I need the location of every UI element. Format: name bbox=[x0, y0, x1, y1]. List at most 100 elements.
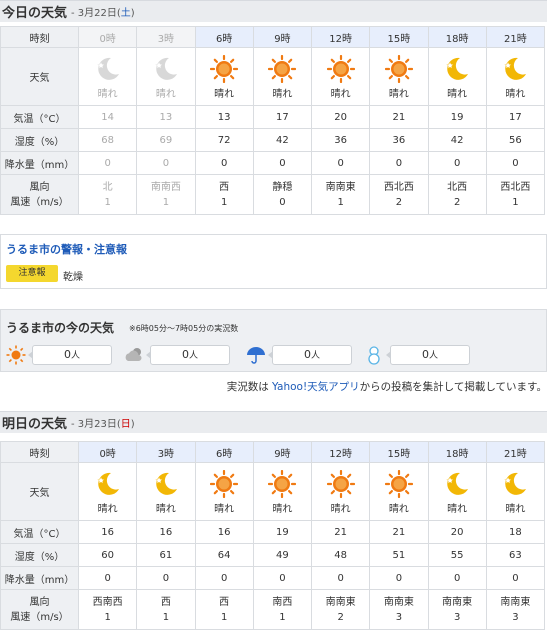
weather-cell: 晴れ bbox=[194, 462, 254, 521]
sun-icon bbox=[210, 470, 239, 498]
weather-text: 晴れ bbox=[330, 504, 351, 515]
wind-cell: 静穏 0 bbox=[252, 174, 313, 215]
wind-direction: 西 bbox=[219, 181, 230, 193]
warning-title-link[interactable]: うるま市の警報・注意報 bbox=[6, 241, 127, 257]
wind-speed: 1 bbox=[337, 196, 344, 208]
wind-cell: 西1 bbox=[194, 174, 254, 215]
tomorrow-header: 明日の天気 - 3月23日(日) bbox=[0, 411, 547, 433]
rainy-count: 0人 bbox=[268, 345, 352, 365]
temperature-label: 気温（°C） bbox=[0, 105, 79, 129]
weather-text: 晴れ bbox=[388, 89, 409, 100]
report-snowy[interactable]: 0人 bbox=[364, 345, 470, 365]
hour-cell: 18時 bbox=[427, 26, 487, 48]
today-header: 今日の天気 - 3月22日(土) bbox=[0, 0, 547, 22]
hour-row: 時刻 0時 3時 6時 9時 12時 15時 18時 21時 bbox=[0, 26, 546, 48]
weather-text: 晴れ bbox=[505, 504, 526, 515]
precipitation-cell: 0 bbox=[194, 566, 254, 590]
temperature-cell: 17 bbox=[485, 105, 546, 129]
current-weather-period: ※6時05分〜7時05分の実況数 bbox=[129, 324, 239, 333]
wind-cell: 南南西 1 bbox=[136, 174, 196, 215]
wind-label: 風向 風速（m/s） bbox=[0, 174, 79, 215]
wind-direction: 静穏 bbox=[272, 181, 293, 193]
wind-speed: 2 bbox=[453, 196, 461, 208]
wind-cell: 南西 1 bbox=[252, 589, 313, 630]
wind-cell: 南南東 2 bbox=[310, 589, 371, 630]
moon-icon bbox=[504, 57, 527, 80]
moon-icon bbox=[446, 57, 469, 80]
yahoo-weather-app-link[interactable]: Yahoo!天気アプリ bbox=[272, 381, 360, 393]
wind-direction: 西 bbox=[160, 596, 171, 608]
sun-icon bbox=[326, 55, 355, 83]
weather-cell: 晴れ bbox=[77, 462, 138, 521]
wind-direction: 南南東 bbox=[383, 596, 414, 608]
hour-cell: 6時 bbox=[194, 441, 254, 463]
precipitation-cell: 0 bbox=[485, 151, 546, 175]
weather-text: 晴れ bbox=[505, 89, 526, 100]
sun-icon bbox=[384, 470, 413, 498]
temperature-cell: 20 bbox=[310, 105, 371, 129]
current-weather-box: うるま市の今の天気 ※6時05分〜7時05分の実況数 0人 0人 0人 0人 bbox=[0, 309, 547, 372]
sun-icon bbox=[210, 55, 239, 83]
report-cloudy[interactable]: 0人 bbox=[124, 345, 230, 365]
wind-direction: 西北西 bbox=[500, 181, 531, 193]
moon-icon bbox=[155, 57, 177, 80]
weather-row: 天気 晴れ 晴れ 晴れ 晴れ 晴れ 晴れ 晴れ 晴れ bbox=[0, 462, 546, 521]
moon-icon bbox=[97, 472, 119, 495]
humidity-label: 湿度（%） bbox=[0, 543, 79, 567]
weather-text: 晴れ bbox=[97, 504, 118, 515]
report-sunny[interactable]: 0人 bbox=[6, 345, 112, 365]
wind-label: 風向 風速（m/s） bbox=[0, 589, 79, 630]
wind-direction: 北西 bbox=[447, 181, 468, 193]
temperature-cell: 13 bbox=[194, 105, 254, 129]
sun-icon bbox=[384, 55, 413, 83]
wind-direction: 西南西 bbox=[92, 596, 123, 608]
wind-speed: 3 bbox=[512, 611, 519, 623]
today-title: 今日の天気 bbox=[2, 6, 68, 21]
wind-speed: 1 bbox=[220, 196, 228, 208]
weather-cell: 晴れ bbox=[252, 462, 313, 521]
weather-cell: 晴れ bbox=[310, 47, 371, 106]
hour-row: 時刻 0時 3時 6時 9時 12時 15時 18時 21時 bbox=[0, 441, 546, 463]
hour-cell: 12時 bbox=[310, 441, 371, 463]
cloud-icon bbox=[125, 348, 142, 361]
hour-cell: 18時 bbox=[427, 441, 487, 463]
weather-text: 晴れ bbox=[447, 89, 468, 100]
wind-speed: 1 bbox=[104, 196, 111, 208]
wind-direction: 南南西 bbox=[150, 181, 181, 193]
moon-icon bbox=[446, 472, 469, 495]
report-rainy[interactable]: 0人 bbox=[246, 345, 352, 365]
snowman-icon bbox=[368, 346, 380, 365]
humidity-cell: 60 bbox=[77, 543, 138, 567]
today-forecast-table: 時刻 0時 3時 6時 9時 12時 15時 18時 21時 天気 晴れ 晴れ 晴れ 晴れ 晴れ 晴れ 晴れ 晴れ… bbox=[0, 26, 546, 215]
today-weekday: 土 bbox=[120, 8, 131, 19]
precipitation-cell: 0 bbox=[310, 566, 371, 590]
sun-icon bbox=[268, 55, 297, 83]
temperature-cell: 16 bbox=[194, 520, 254, 544]
weather-text: 晴れ bbox=[214, 89, 235, 100]
humidity-cell: 49 bbox=[252, 543, 313, 567]
temperature-cell: 19 bbox=[427, 105, 487, 129]
hour-cell: 15時 bbox=[369, 26, 429, 48]
weather-cell: 晴れ bbox=[485, 47, 546, 106]
wind-direction: 南南東 bbox=[325, 596, 356, 608]
tomorrow-forecast-table: 時刻 0時 3時 6時 9時 12時 15時 18時 21時 天気 晴れ 晴れ 晴れ 晴れ 晴れ 晴れ 晴れ 晴れ… bbox=[0, 441, 546, 630]
humidity-cell: 51 bbox=[369, 543, 429, 567]
tomorrow-title: 明日の天気 bbox=[2, 417, 68, 432]
wind-speed: 1 bbox=[279, 611, 286, 623]
advisory-badge: 注意報 bbox=[6, 265, 58, 282]
hour-cell: 9時 bbox=[252, 441, 313, 463]
humidity-cell: 36 bbox=[369, 128, 429, 152]
hour-cell: 21時 bbox=[485, 441, 546, 463]
temperature-cell: 21 bbox=[369, 105, 429, 129]
wind-cell: 北西 2 bbox=[427, 174, 487, 215]
weather-cell: 晴れ bbox=[369, 462, 429, 521]
wind-speed: 0 bbox=[279, 196, 286, 208]
wind-direction: 西北西 bbox=[383, 181, 414, 193]
humidity-label: 湿度（%） bbox=[0, 128, 79, 152]
temperature-cell: 13 bbox=[136, 105, 196, 129]
precipitation-cell: 0 bbox=[136, 566, 196, 590]
weather-row: 天気 晴れ 晴れ 晴れ 晴れ 晴れ 晴れ 晴れ 晴れ bbox=[0, 47, 546, 106]
temperature-cell: 17 bbox=[252, 105, 313, 129]
wind-speed: 1 bbox=[162, 196, 170, 208]
precipitation-cell: 0 bbox=[252, 566, 313, 590]
